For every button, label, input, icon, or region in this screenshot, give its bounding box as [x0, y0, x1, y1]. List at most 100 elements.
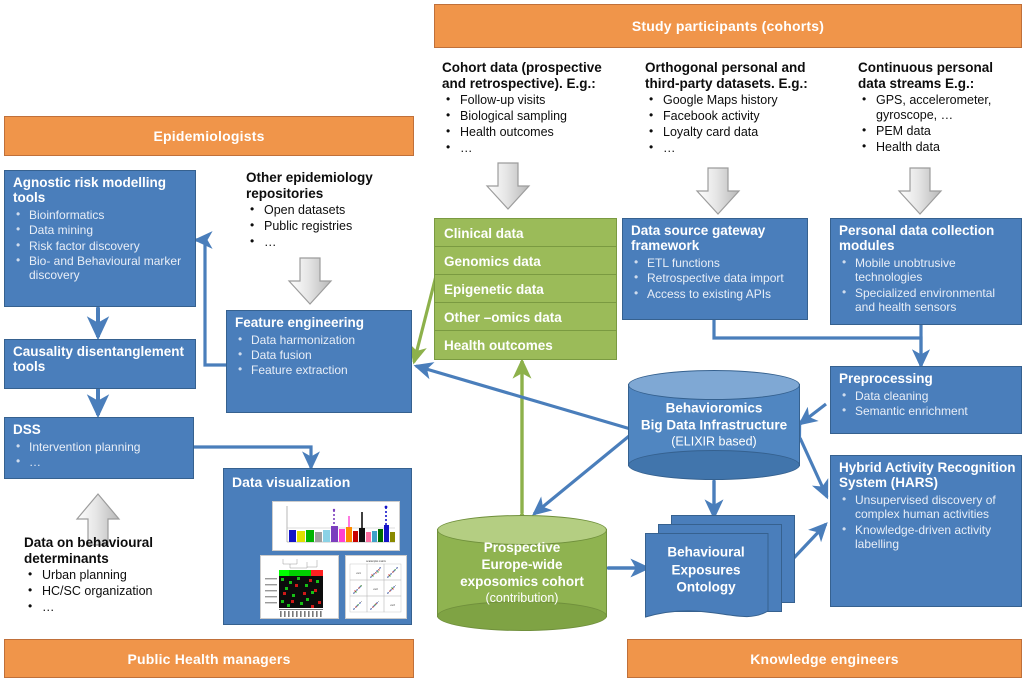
architecture-diagram: Study participants (cohorts) Cohort data…	[0, 0, 1024, 680]
store-label-line3: Ontology	[676, 579, 736, 595]
list-item: Data harmonization	[237, 332, 405, 347]
caption-behavioural-determinants-heading: Data on behavioural determinants	[24, 535, 154, 566]
caption-orthogonal-data-heading: Orthogonal personal and third-party data…	[645, 60, 808, 91]
list-item: Bio- and Behavioural marker discovery	[15, 253, 189, 282]
list-item: …	[645, 140, 835, 156]
store-big-data-infrastructure[interactable]: Behavioromics Big Data Infrastructure (E…	[628, 370, 800, 480]
heatmap-thumbnail	[260, 555, 339, 619]
actor-knowledge-engineers[interactable]: Knowledge engineers	[627, 639, 1022, 678]
store-label-line2: Europe-wide	[481, 556, 563, 572]
list-item: Retrospective data import	[633, 270, 801, 285]
svg-text:var2: var2	[373, 588, 378, 591]
caption-behavioural-determinants: Data on behavioural determinants Urban p…	[24, 535, 214, 616]
data-type-other-omics[interactable]: Other –omics data	[434, 302, 617, 332]
store-label-line1: Behavioural	[667, 544, 745, 560]
module-dss[interactable]: DSS Intervention planning …	[4, 417, 194, 479]
list-item: Health outcomes	[442, 124, 622, 140]
gray-arrow-streams	[897, 167, 943, 215]
module-feature-engineering[interactable]: Feature engineering Data harmonization D…	[226, 310, 412, 413]
actor-public-health-managers-label: Public Health managers	[127, 650, 291, 667]
module-title: Agnostic risk modelling tools	[13, 175, 167, 206]
manhattan-plot-thumbnail	[272, 501, 400, 551]
list-item: Specialized environmental and health sen…	[841, 285, 1015, 314]
module-agnostic-risk-modelling[interactable]: Agnostic risk modelling tools Bioinforma…	[4, 170, 196, 307]
list-item: Open datasets	[246, 202, 416, 218]
caption-behavioural-determinants-list: Urban planning HC/SC organization …	[24, 567, 214, 615]
list-item: …	[442, 140, 622, 156]
module-preprocessing[interactable]: Preprocessing Data cleaning Semantic enr…	[830, 366, 1022, 434]
store-label-line3: exposomics cohort	[460, 573, 584, 589]
module-title: Causality disentanglement tools	[13, 344, 185, 375]
module-items: Data harmonization Data fusion Feature e…	[227, 332, 411, 377]
caption-other-repositories: Other epidemiology repositories Open dat…	[246, 170, 416, 251]
module-personal-data-collection[interactable]: Personal data collection modules Mobile …	[830, 218, 1022, 325]
store-label: Behavioromics Big Data Infrastructure (E…	[628, 400, 800, 449]
store-label-line2: Exposures	[671, 562, 741, 578]
caption-orthogonal-data: Orthogonal personal and third-party data…	[645, 60, 835, 157]
store-label-line3: (ELIXIR based)	[671, 434, 757, 449]
actor-study-participants-label: Study participants (cohorts)	[631, 18, 825, 34]
data-type-label: Other –omics data	[444, 309, 562, 325]
data-type-label: Health outcomes	[444, 337, 553, 353]
caption-cohort-data-list: Follow-up visits Biological sampling Hea…	[442, 92, 622, 156]
actor-knowledge-engineers-label: Knowledge engineers	[750, 650, 899, 667]
module-data-source-gateway[interactable]: Data source gateway framework ETL functi…	[622, 218, 808, 320]
data-type-clinical[interactable]: Clinical data	[434, 218, 617, 248]
module-title: DSS	[13, 422, 41, 437]
caption-other-repositories-list: Open datasets Public registries …	[246, 202, 416, 250]
store-label-line1: Behavioromics	[665, 400, 763, 416]
data-type-epigenetic[interactable]: Epigenetic data	[434, 274, 617, 304]
list-item: Bioinformatics	[15, 207, 189, 222]
data-type-label: Epigenetic data	[444, 281, 544, 297]
list-item: Follow-up visits	[442, 92, 622, 108]
arrow-bigdata-hars	[784, 419, 829, 500]
list-item: Data mining	[15, 222, 189, 237]
data-types-group: Clinical data Genomics data Epigenetic d…	[434, 218, 617, 360]
caption-orthogonal-data-list: Google Maps history Facebook activity Lo…	[645, 92, 835, 156]
arrow-preprocessing-to-bigdata	[797, 402, 827, 426]
data-type-health-outcomes[interactable]: Health outcomes	[434, 330, 617, 360]
module-items: Mobile unobtrusive technologies Speciali…	[831, 255, 1021, 314]
caption-continuous-streams-heading: Continuous personal data streams E.g.:	[858, 60, 993, 91]
scatter-matrix-thumbnail: scatterplot matrix var1 var2 var3	[345, 555, 407, 619]
arrow-bigdata-to-cohortstore	[532, 430, 636, 516]
list-item: Risk factor discovery	[15, 238, 189, 253]
module-title: Preprocessing	[839, 371, 933, 386]
module-items: Unsupervised discovery of complex human …	[831, 492, 1021, 551]
svg-text:var3: var3	[390, 604, 395, 607]
list-item: Feature extraction	[237, 362, 405, 377]
list-item: …	[246, 234, 416, 250]
actor-epidemiologists[interactable]: Epidemiologists	[4, 116, 414, 156]
module-hybrid-activity-recognition[interactable]: Hybrid Activity Recognition System (HARS…	[830, 455, 1022, 607]
data-type-label: Genomics data	[444, 253, 541, 269]
actor-public-health-managers[interactable]: Public Health managers	[4, 639, 414, 678]
list-item: Health data	[858, 139, 1024, 155]
caption-other-repositories-heading: Other epidemiology repositories	[246, 170, 373, 201]
caption-cohort-data: Cohort data (prospective and retrospecti…	[442, 60, 622, 157]
module-data-visualization[interactable]: Data visualization scatterplot matrix va…	[223, 468, 412, 625]
store-label-line1: Prospective	[483, 539, 561, 555]
module-title: Data source gateway framework	[631, 223, 766, 254]
store-label-line2: Big Data Infrastructure	[640, 417, 788, 433]
gray-arrow-repositories	[287, 257, 333, 305]
list-item: …	[15, 454, 187, 469]
list-item: PEM data	[858, 123, 1024, 139]
list-item: Mobile unobtrusive technologies	[841, 255, 1015, 284]
gray-arrow-orthogonal	[695, 167, 741, 215]
store-behavioural-exposures-ontology[interactable]: Behavioural Exposures Ontology	[645, 515, 795, 625]
data-type-genomics[interactable]: Genomics data	[434, 246, 617, 276]
arrow-ontology-to-hars	[788, 522, 828, 564]
list-item: GPS, accelerometer, gyroscope, …	[858, 92, 1024, 123]
list-item: Intervention planning	[15, 439, 187, 454]
store-label: Behavioural Exposures Ontology	[645, 544, 767, 597]
caption-continuous-streams-list: GPS, accelerometer, gyroscope, … PEM dat…	[858, 92, 1024, 155]
module-causality-disentanglement[interactable]: Causality disentanglement tools	[4, 339, 196, 389]
list-item: …	[24, 599, 214, 615]
list-item: Loyalty card data	[645, 124, 835, 140]
arrow-feature-to-agnostic	[193, 231, 226, 367]
store-prospective-exposomics-cohort[interactable]: Prospective Europe-wide exposomics cohor…	[437, 515, 607, 631]
actor-study-participants[interactable]: Study participants (cohorts)	[434, 4, 1022, 48]
svg-text:var1: var1	[356, 572, 361, 575]
list-item: Urban planning	[24, 567, 214, 583]
module-title: Personal data collection modules	[839, 223, 995, 254]
